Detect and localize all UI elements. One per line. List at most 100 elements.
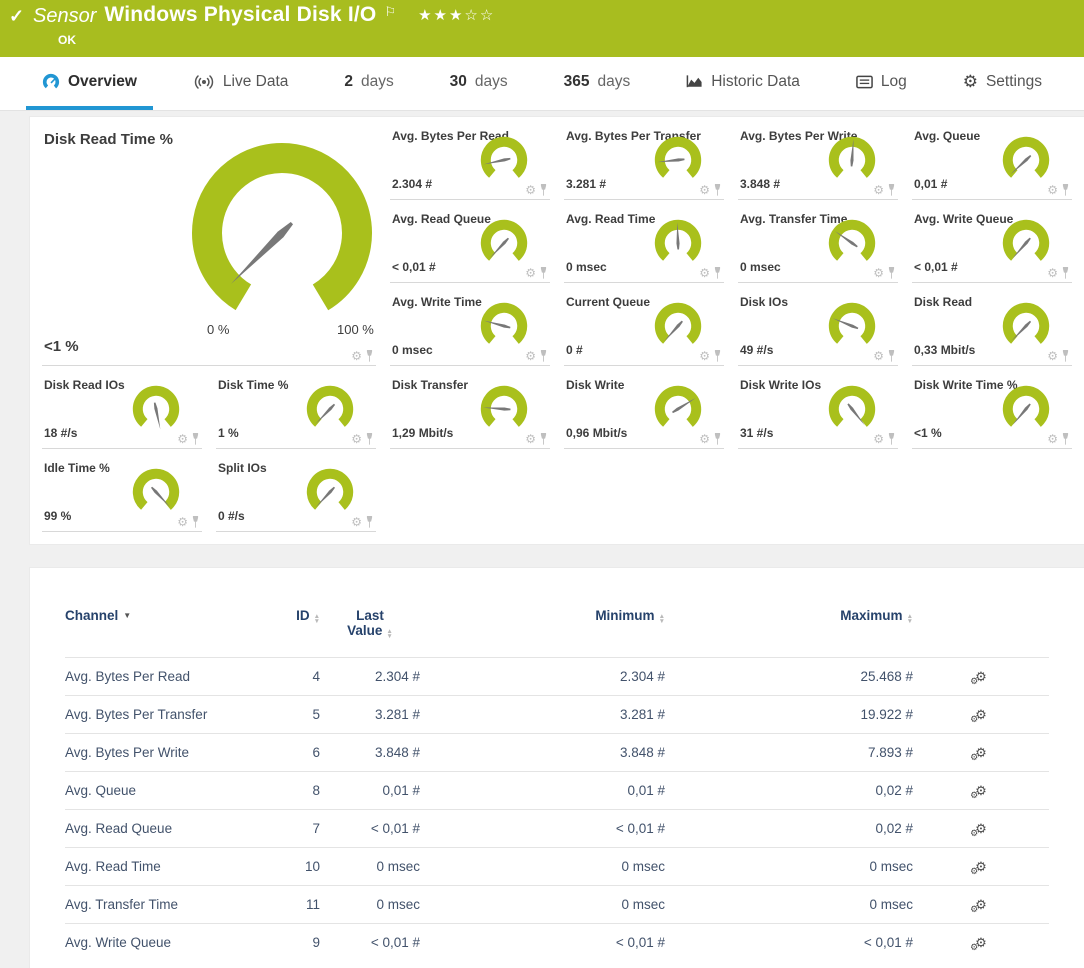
settings-gear-icon: ⚙ <box>963 72 978 92</box>
channel-settings-icon[interactable]: ⚙⚙ <box>975 746 987 759</box>
channel-id: 10 <box>265 848 320 886</box>
channel-maximum: 7.893 # <box>665 734 913 772</box>
table-row: Avg. Read Queue 7 < 0,01 # < 0,01 # 0,02… <box>65 810 1049 848</box>
channel-settings-icon[interactable]: ⚙⚙ <box>975 936 987 949</box>
table-row: Avg. Transfer Time 11 0 msec 0 msec 0 ms… <box>65 886 1049 924</box>
gear-icon[interactable]: ⚙ <box>351 433 362 445</box>
gauge-tile[interactable]: Disk Write IOs 31 #/s ⚙ <box>738 366 898 449</box>
pin-icon[interactable] <box>365 516 374 528</box>
column-header-maximum[interactable]: Maximum▲▼ <box>665 602 913 658</box>
pin-icon[interactable] <box>1061 350 1070 362</box>
pin-icon[interactable] <box>365 350 374 362</box>
gauge-tile[interactable]: Split IOs 0 #/s ⚙ <box>216 449 376 532</box>
tab-label: Live Data <box>223 73 288 91</box>
gauge-tile[interactable]: Avg. Read Queue < 0,01 # ⚙ <box>390 200 550 283</box>
flag-icon[interactable]: ⚐ <box>384 3 396 20</box>
pin-icon[interactable] <box>1061 433 1070 445</box>
gauge-tile[interactable]: Disk Time % 1 % ⚙ <box>216 366 376 449</box>
gauge-tile[interactable]: Avg. Read Time 0 msec ⚙ <box>564 200 724 283</box>
gauge-tile[interactable]: Avg. Write Queue < 0,01 # ⚙ <box>912 200 1072 283</box>
gauge-tile[interactable]: Disk Transfer 1,29 Mbit/s ⚙ <box>390 366 550 449</box>
pin-icon[interactable] <box>191 516 200 528</box>
column-header-id[interactable]: ID▲▼ <box>265 602 320 658</box>
gauge-tile[interactable]: Avg. Bytes Per Transfer 3.281 # ⚙ <box>564 117 724 200</box>
gear-icon[interactable]: ⚙ <box>1047 433 1058 445</box>
gear-icon[interactable]: ⚙ <box>177 516 188 528</box>
pin-icon[interactable] <box>539 433 548 445</box>
gauge-tile[interactable]: Disk Write Time % <1 % ⚙ <box>912 366 1072 449</box>
gauge-tile[interactable]: Current Queue 0 # ⚙ <box>564 283 724 366</box>
pin-icon[interactable] <box>887 184 896 196</box>
gauge-tile[interactable]: Avg. Bytes Per Read 2.304 # ⚙ <box>390 117 550 200</box>
gauge-value: 0 msec <box>392 343 433 357</box>
gauge-tile[interactable]: Avg. Queue 0,01 # ⚙ <box>912 117 1072 200</box>
tab-365-days[interactable]: 365 days <box>548 57 647 110</box>
gear-icon[interactable]: ⚙ <box>351 516 362 528</box>
gear-icon[interactable]: ⚙ <box>1047 267 1058 279</box>
tab-live-data[interactable]: Live Data <box>177 57 304 110</box>
gear-icon[interactable]: ⚙ <box>351 350 362 362</box>
gear-icon[interactable]: ⚙ <box>1047 184 1058 196</box>
column-header-minimum[interactable]: Minimum▲▼ <box>420 602 665 658</box>
gauge-tile[interactable]: Disk Read IOs 18 #/s ⚙ <box>42 366 202 449</box>
gear-icon[interactable]: ⚙ <box>873 433 884 445</box>
column-header-channel[interactable]: Channel▼ <box>65 602 265 658</box>
column-header-last-value[interactable]: LastValue▲▼ <box>320 602 420 658</box>
gear-icon[interactable]: ⚙ <box>525 184 536 196</box>
tab-bar: Overview Live Data 2 days 30 days 365 da… <box>0 57 1084 111</box>
gear-icon[interactable]: ⚙ <box>1047 350 1058 362</box>
channel-settings-icon[interactable]: ⚙⚙ <box>975 708 987 721</box>
tab-overview[interactable]: Overview <box>26 57 153 110</box>
pin-icon[interactable] <box>1061 184 1070 196</box>
gear-icon[interactable]: ⚙ <box>873 267 884 279</box>
gear-icon[interactable]: ⚙ <box>525 433 536 445</box>
tab-label: Log <box>881 73 907 91</box>
pin-icon[interactable] <box>713 433 722 445</box>
gauge-tile-disk-read-time[interactable]: Disk Read Time % 0 % 100 % <1 % ⚙ <box>42 117 376 366</box>
pin-icon[interactable] <box>1061 267 1070 279</box>
channel-settings-icon[interactable]: ⚙⚙ <box>975 860 987 873</box>
pin-icon[interactable] <box>887 267 896 279</box>
gear-icon[interactable]: ⚙ <box>177 433 188 445</box>
gear-icon[interactable]: ⚙ <box>699 350 710 362</box>
pin-icon[interactable] <box>539 350 548 362</box>
priority-stars[interactable]: ★★★☆☆ <box>418 3 495 24</box>
tab-historic-data[interactable]: Historic Data <box>670 57 816 110</box>
channel-maximum: 0 msec <box>665 848 913 886</box>
tab-number: 30 <box>450 73 467 91</box>
gauge-value: 1,29 Mbit/s <box>392 426 453 440</box>
pin-icon[interactable] <box>887 433 896 445</box>
channel-settings-icon[interactable]: ⚙⚙ <box>975 822 987 835</box>
pin-icon[interactable] <box>887 350 896 362</box>
gear-icon[interactable]: ⚙ <box>873 350 884 362</box>
gear-icon[interactable]: ⚙ <box>525 350 536 362</box>
gauge-tile[interactable]: Disk Read 0,33 Mbit/s ⚙ <box>912 283 1072 366</box>
tab-log[interactable]: Log <box>840 57 923 110</box>
gauge-tile[interactable]: Idle Time % 99 % ⚙ <box>42 449 202 532</box>
pin-icon[interactable] <box>713 184 722 196</box>
gear-icon[interactable]: ⚙ <box>699 267 710 279</box>
pin-icon[interactable] <box>191 433 200 445</box>
gear-icon[interactable]: ⚙ <box>873 184 884 196</box>
tab-30-days[interactable]: 30 days <box>434 57 524 110</box>
gauge-tile[interactable]: Avg. Bytes Per Write 3.848 # ⚙ <box>738 117 898 200</box>
gauge-tile[interactable]: Avg. Transfer Time 0 msec ⚙ <box>738 200 898 283</box>
pin-icon[interactable] <box>713 267 722 279</box>
gauge-tile[interactable]: Avg. Write Time 0 msec ⚙ <box>390 283 550 366</box>
pin-icon[interactable] <box>539 184 548 196</box>
gear-icon[interactable]: ⚙ <box>699 184 710 196</box>
tab-2-days[interactable]: 2 days <box>328 57 409 110</box>
pin-icon[interactable] <box>539 267 548 279</box>
gauge-value: 0,01 # <box>914 177 947 191</box>
pin-icon[interactable] <box>713 350 722 362</box>
channel-settings-icon[interactable]: ⚙⚙ <box>975 670 987 683</box>
gear-icon[interactable]: ⚙ <box>699 433 710 445</box>
gauge-tile[interactable]: Disk Write 0,96 Mbit/s ⚙ <box>564 366 724 449</box>
channel-settings-icon[interactable]: ⚙⚙ <box>975 784 987 797</box>
pin-icon[interactable] <box>365 433 374 445</box>
tab-settings[interactable]: ⚙ Settings <box>947 57 1058 110</box>
gauge-value: <1 % <box>44 338 79 355</box>
gear-icon[interactable]: ⚙ <box>525 267 536 279</box>
gauge-tile[interactable]: Disk IOs 49 #/s ⚙ <box>738 283 898 366</box>
channel-settings-icon[interactable]: ⚙⚙ <box>975 898 987 911</box>
